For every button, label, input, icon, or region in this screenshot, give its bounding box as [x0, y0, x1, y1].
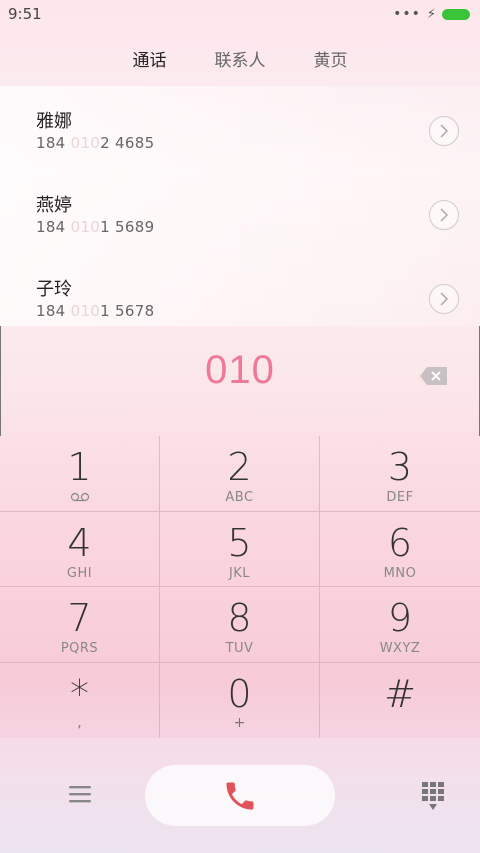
tab-calls[interactable]: 通话 [133, 46, 167, 71]
asterisk-icon: * [70, 671, 89, 716]
contact-phone: 184 0101 5689 [36, 218, 155, 236]
contact-item[interactable]: 燕婷 184 0101 5689 [0, 170, 480, 254]
tab-contacts[interactable]: 联系人 [215, 46, 266, 71]
contact-match-list: 雅娜 184 0102 4685 燕婷 184 0101 5689 子玲 184… [0, 86, 480, 326]
dial-input-area: 010 [0, 326, 480, 436]
key-8[interactable]: 8 TUV [160, 587, 320, 663]
voicemail-icon [70, 492, 89, 502]
chevron-right-icon [440, 292, 449, 306]
dialpad-toggle-icon[interactable] [420, 780, 446, 812]
dial-number-display[interactable]: 010 [1, 348, 479, 393]
key-6[interactable]: 6 MNO [320, 512, 480, 587]
contact-phone: 184 0102 4685 [36, 134, 155, 152]
contact-name: 燕婷 [36, 195, 72, 216]
status-icons: ••• ⚡ [393, 6, 470, 22]
key-hash[interactable]: # [320, 663, 480, 739]
dial-keypad: 1 2 ABC 3 DEF 4 GHI 5 JKL 6 MNO 7 PQRS 8… [0, 436, 480, 738]
key-4[interactable]: 4 GHI [0, 511, 160, 587]
key-0[interactable]: 0 + [160, 662, 320, 738]
top-tabs: 通话 联系人 黄页 [0, 30, 480, 86]
key-9[interactable]: 9 WXYZ [320, 587, 480, 663]
hash-icon: # [384, 671, 416, 716]
status-bar: 9:51 ••• ⚡ [0, 0, 480, 28]
battery-icon [442, 8, 470, 20]
contact-detail-button[interactable] [429, 200, 459, 230]
key-5[interactable]: 5 JKL [160, 511, 320, 587]
status-time: 9:51 [8, 5, 42, 23]
chevron-right-icon [440, 124, 449, 138]
more-notifications-icon: ••• [393, 6, 421, 22]
menu-icon[interactable] [66, 782, 94, 806]
chevron-right-icon [440, 208, 449, 222]
contact-name: 雅娜 [36, 111, 72, 132]
contact-item[interactable]: 雅娜 184 0102 4685 [0, 86, 480, 170]
bottom-action-bar [0, 738, 480, 853]
key-1[interactable]: 1 [0, 436, 160, 512]
backspace-icon[interactable] [419, 366, 449, 386]
contact-name: 子玲 [36, 279, 72, 300]
contact-phone: 184 0101 5678 [36, 302, 155, 320]
charging-icon: ⚡ [426, 6, 436, 22]
contact-detail-button[interactable] [429, 284, 459, 314]
key-2[interactable]: 2 ABC [160, 436, 320, 512]
key-7[interactable]: 7 PQRS [0, 587, 160, 663]
tab-yellow-pages[interactable]: 黄页 [314, 46, 348, 71]
contact-detail-button[interactable] [429, 116, 459, 146]
call-button[interactable] [145, 765, 335, 826]
key-3[interactable]: 3 DEF [320, 436, 480, 512]
key-star[interactable]: * , [0, 662, 160, 738]
phone-icon [226, 782, 254, 809]
